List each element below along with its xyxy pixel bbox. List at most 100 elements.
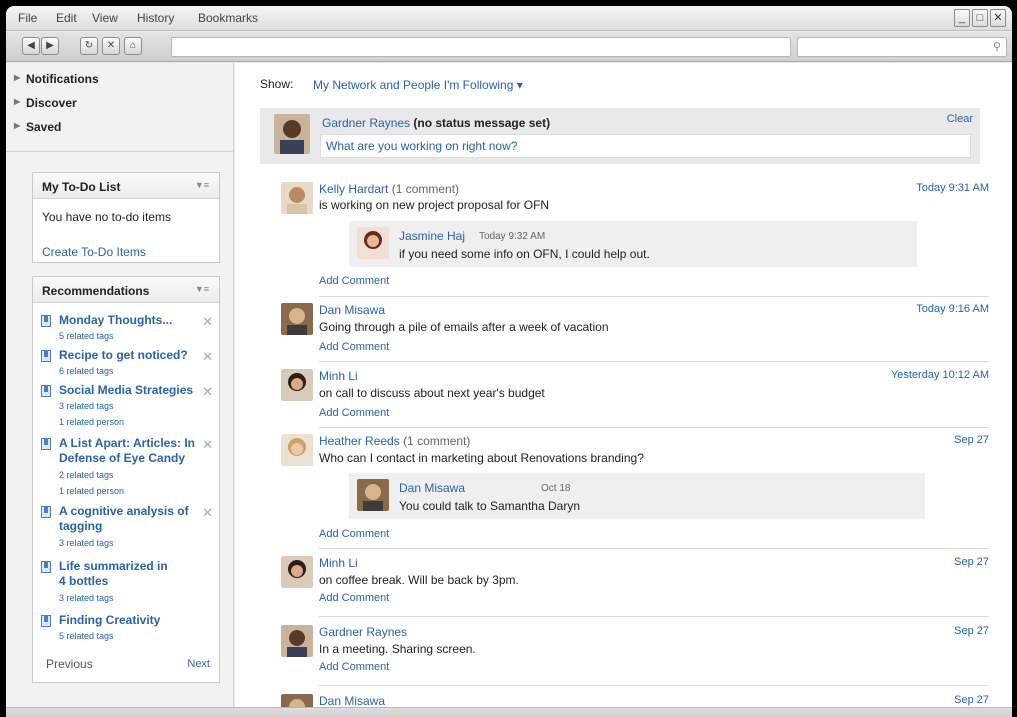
dismiss-icon[interactable]: ✕ [202,314,213,330]
recommendation-item[interactable]: A List Apart: Articles: In Defense of Ey… [41,436,213,500]
nav-saved[interactable]: ▶ Saved [14,120,61,134]
recommendation-title[interactable]: A cognitive analysis of tagging [59,504,194,534]
recommendation-title[interactable]: Recipe to get noticed? [59,348,188,363]
menu-view[interactable]: View [92,11,118,25]
recommendations-widget: Recommendations ▼≡ Monday Thoughts... ✕ … [32,276,220,683]
add-comment-link[interactable]: Add Comment [319,528,389,540]
left-sidebar: ▶ Notifications ▶ Discover ▶ Saved My To… [6,63,234,707]
post-author-name[interactable]: Minh Li [319,369,358,383]
divider [319,685,989,686]
recommendation-item[interactable]: A cognitive analysis of tagging ✕ 3 rela… [41,504,213,552]
avatar [274,114,310,154]
recommendation-meta[interactable]: 3 related tags [59,401,114,411]
nav-notifications[interactable]: ▶ Notifications [14,72,99,86]
status-author-name[interactable]: Gardner Raynes [322,116,410,130]
post-author: Heather Reeds (1 comment) [319,434,470,448]
dismiss-icon[interactable]: ✕ [202,437,213,453]
bookmark-icon [41,561,51,573]
recommendation-item[interactable]: Social Media Strategies ✕ 3 related tags… [41,383,213,431]
post-author-name[interactable]: Heather Reeds [319,434,400,448]
comment-author[interactable]: Jasmine Haj [399,229,465,243]
activity-post: Heather Reeds (1 comment) Sep 27 Who can… [265,434,989,546]
previous-button[interactable]: Previous [46,657,93,671]
show-filter-dropdown[interactable]: My Network and People I'm Following ▾ [313,78,523,92]
comment-count[interactable]: (1 comment) [392,182,459,196]
dismiss-icon[interactable]: ✕ [202,384,213,400]
recommendation-title[interactable]: Life summarized in 4 bottles [59,559,177,589]
post-author-name[interactable]: Minh Li [319,556,358,570]
bookmark-icon [41,615,51,627]
post-author-name[interactable]: Dan Misawa [319,303,385,317]
widget-menu-icon[interactable]: ▼≡ [195,180,209,190]
post-message: In a meeting. Sharing screen. [319,642,476,656]
search-input[interactable]: ⚲ [797,37,1007,57]
post-time[interactable]: Sep 27 [954,625,989,637]
post-author: Dan Misawa [319,694,385,708]
recommendation-meta[interactable]: 5 related tags [59,331,114,341]
reload-button[interactable]: ↻ [80,37,98,55]
recommendation-title[interactable]: Finding Creativity [59,613,160,628]
forward-button[interactable]: ▶ [41,37,59,55]
recommendation-title[interactable]: Social Media Strategies [59,383,193,398]
minimize-button[interactable]: _ [954,9,970,27]
post-author-name[interactable]: Gardner Raynes [319,625,407,639]
stop-button[interactable]: ✕ [102,37,120,55]
chevron-right-icon: ▶ [14,121,21,130]
comment-time: Today 9:32 AM [479,231,546,242]
status-bar [6,707,1012,717]
recommendation-item[interactable]: Finding Creativity 5 related tags [41,613,213,645]
recommendation-item[interactable]: Recipe to get noticed? ✕ 6 related tags [41,348,213,378]
divider [319,361,989,362]
dismiss-icon[interactable]: ✕ [202,349,213,365]
post-time[interactable]: Today 9:16 AM [916,303,989,315]
post-author-name[interactable]: Kelly Hardart [319,182,388,196]
recommendation-meta[interactable]: 1 related person [59,486,124,496]
browser-window: File Edit View History Bookmarks _ □ ✕ ◀… [6,6,1012,717]
recommendation-meta[interactable]: 3 related tags [59,593,114,603]
post-message: Who can I contact in marketing about Ren… [319,451,644,465]
post-time[interactable]: Yesterday 10:12 AM [891,369,989,381]
clear-status-button[interactable]: Clear [947,113,973,125]
menu-bookmarks[interactable]: Bookmarks [198,11,258,25]
post-time[interactable]: Today 9:31 AM [916,182,989,194]
menu-edit[interactable]: Edit [56,11,77,25]
sidebar-divider [6,151,233,152]
maximize-button[interactable]: □ [972,9,988,27]
recommendation-item[interactable]: Life summarized in 4 bottles 3 related t… [41,559,213,607]
add-comment-link[interactable]: Add Comment [319,275,389,287]
widget-menu-icon[interactable]: ▼≡ [195,284,209,294]
recommendation-meta[interactable]: 2 related tags [59,470,114,480]
search-icon: ⚲ [992,41,1001,53]
menu-file[interactable]: File [18,11,37,25]
post-time[interactable]: Sep 27 [954,434,989,446]
post-time[interactable]: Sep 27 [954,556,989,568]
dismiss-icon[interactable]: ✕ [202,505,213,521]
recommendation-meta[interactable]: 5 related tags [59,631,114,641]
comment-count[interactable]: (1 comment) [403,434,470,448]
nav-discover[interactable]: ▶ Discover [14,96,77,110]
add-comment-link[interactable]: Add Comment [319,341,389,353]
post-author-name[interactable]: Dan Misawa [319,694,385,708]
menu-history[interactable]: History [137,11,174,25]
home-button[interactable]: ⌂ [124,37,142,55]
add-comment-link[interactable]: Add Comment [319,592,389,604]
recommendation-title[interactable]: A List Apart: Articles: In Defense of Ey… [59,436,199,466]
recommendation-meta[interactable]: 1 related person [59,417,124,427]
recommendation-meta[interactable]: 3 related tags [59,538,114,548]
next-button[interactable]: Next [187,658,210,670]
avatar [281,369,313,401]
recommendation-meta[interactable]: 6 related tags [59,366,114,376]
add-comment-link[interactable]: Add Comment [319,407,389,419]
status-text: (no status message set) [413,116,551,130]
create-todo-link[interactable]: Create To-Do Items [42,245,146,259]
address-bar[interactable] [171,37,791,57]
status-input[interactable]: What are you working on right now? [320,134,971,158]
comment-author[interactable]: Dan Misawa [399,481,465,495]
post-time[interactable]: Sep 27 [954,694,989,706]
add-comment-link[interactable]: Add Comment [319,661,389,673]
back-button[interactable]: ◀ [22,37,40,55]
post-message: on coffee break. Will be back by 3pm. [319,573,519,587]
recommendation-item[interactable]: Monday Thoughts... ✕ 5 related tags [41,313,213,343]
recommendation-title[interactable]: Monday Thoughts... [59,313,172,328]
close-button[interactable]: ✕ [990,9,1006,27]
